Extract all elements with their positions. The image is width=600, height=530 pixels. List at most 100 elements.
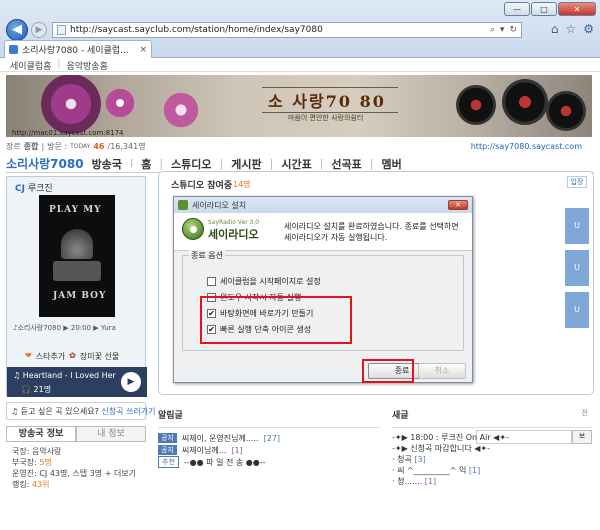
notice-text[interactable]: 씨제이, 운영진님께..... bbox=[182, 433, 259, 444]
total-count: /16,341명 bbox=[107, 141, 146, 151]
banner-url: http://mac01.saycast.com:8174 bbox=[12, 129, 124, 137]
new-posts-title: 새글 bbox=[392, 408, 592, 428]
tab-station-info[interactable]: 방송국 정보 bbox=[6, 426, 76, 441]
genre-label: 장르 bbox=[6, 141, 21, 151]
settings-gear-icon[interactable]: ⚙ bbox=[583, 22, 594, 36]
play-icon[interactable]: ▶ bbox=[121, 372, 141, 392]
studio-tile[interactable]: U bbox=[565, 250, 589, 286]
notice-section: 알림글 공지 씨제이, 운영진님께..... [27] 공지 씨제이님께... … bbox=[158, 408, 380, 468]
music-note-icon: ♫ bbox=[11, 407, 19, 416]
add-star-button[interactable]: 스타추가 bbox=[36, 351, 65, 362]
studio-enter-button[interactable]: 입장 bbox=[567, 176, 587, 188]
menu-sayclub-home[interactable]: 세이클럽홈 bbox=[10, 59, 51, 72]
menu-music-home[interactable]: 음악방송홈 bbox=[66, 59, 107, 72]
notice-text[interactable]: 씨제이님께... bbox=[182, 445, 226, 456]
highlight-box bbox=[362, 359, 414, 383]
now-playing-song: ♫ Heartland - I Loved Her bbox=[13, 371, 116, 380]
nav-studio[interactable]: 스튜디오 bbox=[171, 156, 211, 172]
browser-toolbar-icons: ⌂ ☆ ⚙ bbox=[551, 22, 594, 36]
browser-tab[interactable]: 소리사랑7080 - 세이클럽... × bbox=[4, 40, 152, 58]
option-start-page[interactable]: 세이클럽을 시작페이지로 설정 bbox=[207, 276, 321, 287]
address-bar[interactable]: http://saycast.sayclub.com/station/home/… bbox=[52, 22, 522, 38]
vinyl-record-icon bbox=[546, 91, 586, 131]
post-row[interactable]: · 씨 ^_________^ 익 [1] bbox=[392, 465, 592, 476]
banner-subtitle: 마음이 편안한 사랑의쉼터 bbox=[288, 114, 364, 122]
close-window-button[interactable]: ✕ bbox=[558, 2, 596, 16]
visit-label: 방문 : bbox=[47, 141, 68, 151]
studio-count: 14명 bbox=[233, 180, 251, 189]
highlight-box bbox=[200, 296, 352, 344]
recommend-badge: 추천 bbox=[158, 456, 179, 468]
studio-tile[interactable]: U bbox=[565, 292, 589, 328]
dj-label: CJ bbox=[15, 184, 25, 194]
dj-box: CJ 루크진 PLAY MY JAM BOY ♪소리사랑7080 ▶ 20:00… bbox=[6, 176, 147, 397]
forward-arrow-icon[interactable]: ▶ bbox=[31, 22, 47, 38]
nav-board[interactable]: 게시판 bbox=[231, 156, 261, 172]
notice-row[interactable]: 공지 씨제이님께... [1] bbox=[158, 444, 380, 456]
gramophone-icon bbox=[61, 229, 93, 259]
dropdown-icon[interactable]: ▾ bbox=[500, 25, 505, 35]
dialog-header: SayRadio Ver 3.0 세이라디오 세이라디오 설치를 완료하였습니다… bbox=[174, 213, 472, 251]
dj-profile-image[interactable]: PLAY MY JAM BOY bbox=[39, 195, 115, 317]
station-name[interactable]: 소리사랑7080 bbox=[6, 155, 84, 172]
info-row: 국장: 음악사랑 bbox=[12, 447, 62, 456]
dj-image-text-bottom: JAM BOY bbox=[53, 291, 107, 301]
vinyl-record-icon bbox=[456, 85, 496, 125]
rose-gift-button[interactable]: 장미꽃 선물 bbox=[80, 351, 119, 362]
rose-icon: ✿ bbox=[69, 351, 76, 360]
nav-schedule[interactable]: 시간표 bbox=[281, 156, 311, 172]
back-arrow-icon[interactable]: ◀ bbox=[6, 19, 28, 41]
studio-tile[interactable]: U bbox=[565, 208, 589, 244]
tab-my-info[interactable]: 내 정보 bbox=[76, 426, 146, 441]
nav-home[interactable]: 홈 bbox=[141, 156, 151, 172]
home-icon[interactable]: ⌂ bbox=[551, 22, 559, 36]
dj-image-text-top: PLAY MY bbox=[49, 205, 102, 215]
notice-row[interactable]: 공지 씨제이, 운영진님께..... [27] bbox=[158, 432, 380, 444]
request-song-link[interactable]: 신청곡 쓰러가기 bbox=[101, 407, 155, 416]
favorites-star-icon[interactable]: ☆ bbox=[565, 22, 576, 36]
search-icon[interactable]: ⌕ bbox=[490, 25, 495, 35]
station-info-bar: 장르 종합 | 방문 : TODAY 46 /16,341명 http://sa… bbox=[6, 141, 582, 151]
notice-title: 알림글 bbox=[158, 408, 380, 428]
dj-name[interactable]: 루크진 bbox=[28, 184, 53, 194]
minimize-button[interactable]: — bbox=[504, 2, 530, 16]
install-dialog: 세이라디오 설치 ✕ SayRadio Ver 3.0 세이라디오 세이라디오 … bbox=[173, 196, 473, 383]
today-label: TODAY bbox=[70, 142, 91, 150]
refresh-icon[interactable]: ↻ bbox=[509, 25, 517, 35]
brand-version: SayRadio Ver 3.0 bbox=[208, 219, 260, 226]
sayradio-logo-icon bbox=[182, 218, 204, 240]
comment-count: [27] bbox=[263, 433, 280, 443]
nav-members[interactable]: 멤버 bbox=[382, 156, 402, 172]
dj-title: CJ 루크진 bbox=[15, 181, 53, 194]
dialog-close-icon[interactable]: ✕ bbox=[448, 200, 468, 210]
genre-value: 종합 bbox=[23, 141, 39, 151]
new-posts-more[interactable]: 전 bbox=[582, 408, 588, 418]
station-tabs: 방송국 정보 내 정보 bbox=[6, 426, 146, 442]
dialog-title: 세이라디오 설치 bbox=[192, 200, 247, 210]
install-message: 세이라디오 설치를 완료하였습니다. 종료를 선택하면 세이라디오가 자동 실행… bbox=[284, 222, 459, 242]
maximize-button[interactable]: □ bbox=[531, 2, 557, 16]
post-row[interactable]: · 청....... [1] bbox=[392, 476, 592, 487]
nav-playlist[interactable]: 선곡표 bbox=[331, 156, 361, 172]
dj-actions: ❤ 스타추가 ✿ 장미꽃 선물 bbox=[25, 351, 119, 362]
info-row: 랭킹: 43위 bbox=[12, 480, 50, 489]
cancel-button[interactable]: 취소 bbox=[418, 363, 466, 379]
today-count: 46 bbox=[93, 141, 105, 151]
flower-image bbox=[156, 85, 206, 135]
station-suffix: 방송국 bbox=[91, 157, 122, 171]
notice-badge: 공지 bbox=[158, 445, 177, 455]
post-row[interactable]: · 청곡 [3] bbox=[392, 454, 592, 465]
browser-chrome: — □ ✕ ◀ ▶ http://saycast.sayclub.com/sta… bbox=[0, 0, 600, 58]
tab-close-icon[interactable]: × bbox=[139, 45, 147, 55]
notice-badge: 공지 bbox=[158, 433, 177, 443]
url-text[interactable]: http://saycast.sayclub.com/station/home/… bbox=[70, 25, 486, 35]
post-row[interactable]: -✦▶ 신청곡 마감합니다 ◀✦- bbox=[392, 443, 592, 454]
notice-text[interactable]: --●● 파 일 전 송 ●●-- bbox=[184, 457, 266, 468]
more-info-link[interactable]: + 더보기 bbox=[105, 469, 136, 478]
heart-icon: ❤ bbox=[25, 351, 32, 360]
notice-row[interactable]: 추천 --●● 파 일 전 송 ●●-- bbox=[158, 456, 380, 468]
post-row[interactable]: -✦▶ 18:00 : 루크진 On Air ◀✦- bbox=[392, 432, 592, 443]
station-url-link[interactable]: http://say7080.saycast.com bbox=[471, 142, 582, 151]
checkbox[interactable] bbox=[207, 277, 216, 286]
brand-name: 세이라디오 bbox=[208, 228, 259, 241]
